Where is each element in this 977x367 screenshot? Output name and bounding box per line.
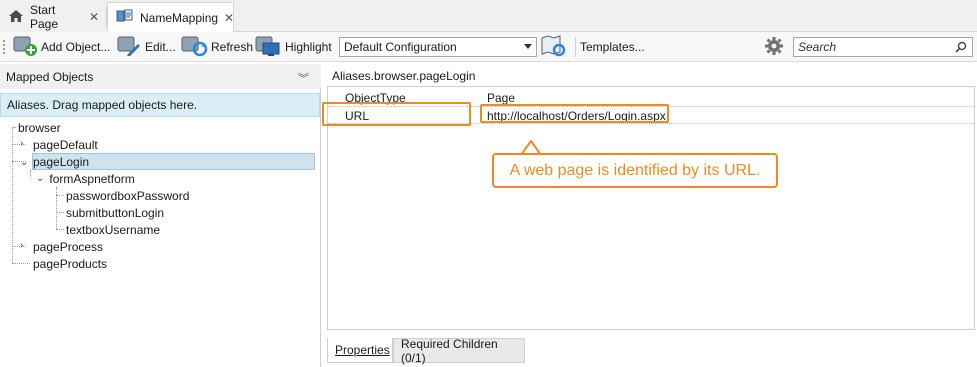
alias-path: Aliases.browser.pageLogin bbox=[332, 69, 476, 83]
tree-node-label: textboxUsername bbox=[66, 222, 161, 237]
refresh-button[interactable]: Refresh bbox=[180, 35, 253, 59]
tree-node-label: pageProcess bbox=[33, 239, 104, 254]
configuration-value: Default Configuration bbox=[344, 40, 457, 54]
tree-node-username[interactable]: textboxUsername bbox=[66, 221, 160, 238]
toolbar-divider bbox=[575, 37, 576, 57]
tab-start-page[interactable]: Start Page ✕ bbox=[0, 2, 107, 32]
drop-hint-text: Aliases. Drag mapped objects here. bbox=[7, 98, 198, 112]
add-object-icon bbox=[12, 35, 38, 60]
tree-connector bbox=[12, 127, 13, 263]
tree-connector bbox=[30, 170, 31, 178]
chevron-down-icon[interactable]: ⌄ bbox=[20, 154, 28, 171]
callout-text: A web page is identified by its URL. bbox=[509, 161, 761, 179]
refresh-icon bbox=[180, 35, 208, 60]
tree-node-form[interactable]: ⌄ formAspnetform bbox=[36, 170, 135, 187]
tree-node-password[interactable]: passwordboxPassword bbox=[66, 187, 189, 204]
highlight-frame-value bbox=[480, 104, 669, 123]
tab-label: Start Page bbox=[30, 3, 59, 31]
tree-node-page-login[interactable]: pageLogin bbox=[32, 153, 315, 170]
close-icon[interactable]: ✕ bbox=[224, 11, 234, 25]
toolbar-grip[interactable] bbox=[3, 40, 6, 54]
tree-node-label: browser bbox=[18, 120, 61, 135]
tree-connector bbox=[56, 229, 64, 230]
tab-namemapping[interactable]: NameMapping ✕ bbox=[107, 2, 234, 33]
document-tab-strip: Start Page ✕ NameMapping ✕ bbox=[0, 0, 977, 33]
templates-button[interactable]: Templates... bbox=[580, 35, 645, 59]
configuration-select[interactable]: Default Configuration bbox=[339, 37, 537, 57]
tree-node-label: pageDefault bbox=[33, 137, 98, 152]
collapse-icon[interactable]: ︾ bbox=[298, 70, 309, 86]
tree-connector bbox=[56, 187, 57, 229]
tree-node-page-process[interactable]: › pageProcess bbox=[20, 238, 103, 255]
tab-properties[interactable]: Properties bbox=[327, 338, 393, 363]
edit-label: Edit... bbox=[145, 40, 176, 54]
tree-node-page-default[interactable]: › pageDefault bbox=[20, 136, 98, 153]
add-object-ellipsis: ... bbox=[100, 40, 111, 54]
tree-node-label: pageLogin bbox=[33, 154, 90, 169]
tab-required-children[interactable]: Required Children (0/1) bbox=[393, 336, 525, 365]
chevron-down-icon[interactable]: ⌄ bbox=[36, 173, 44, 184]
highlight-icon bbox=[254, 35, 282, 60]
tree-node-label: submitbuttonLogin bbox=[66, 205, 165, 220]
chevron-right-icon[interactable]: › bbox=[20, 138, 23, 149]
tree-connector bbox=[56, 212, 64, 213]
gear-icon bbox=[764, 36, 784, 59]
search-input[interactable]: Search bbox=[793, 37, 973, 57]
tab-label: Required Children (0/1) bbox=[401, 336, 498, 365]
chevron-right-icon[interactable]: › bbox=[20, 240, 23, 251]
search-icon[interactable] bbox=[955, 41, 967, 56]
chevron-down-icon[interactable] bbox=[524, 44, 532, 49]
add-object-label: Add Object bbox=[41, 40, 101, 54]
tree-connector bbox=[56, 195, 64, 196]
highlight-label: Highlight bbox=[285, 40, 332, 54]
tree-node-label: passwordboxPassword bbox=[66, 188, 190, 203]
tree-node-label: formAspnetform bbox=[49, 171, 135, 186]
aliases-drop-area[interactable]: Aliases. Drag mapped objects here. bbox=[0, 93, 320, 117]
home-icon bbox=[8, 8, 24, 27]
tree-node-page-products[interactable]: pageProducts bbox=[33, 255, 107, 272]
property-value: Page bbox=[487, 91, 516, 105]
refresh-label: Refresh bbox=[211, 40, 254, 54]
tree-node-label: pageProducts bbox=[33, 256, 108, 271]
edit-button[interactable]: Edit... bbox=[116, 35, 176, 59]
add-object-button[interactable]: Add Object... bbox=[12, 35, 110, 59]
tree-connector bbox=[12, 127, 16, 128]
templates-label: Templates... bbox=[580, 40, 645, 54]
map-refresh-icon bbox=[540, 34, 568, 61]
tree-connector bbox=[12, 263, 30, 264]
callout-bubble: A web page is identified by its URL. bbox=[492, 153, 778, 188]
settings-button[interactable] bbox=[764, 35, 784, 59]
highlight-button[interactable]: Highlight bbox=[254, 35, 332, 59]
search-placeholder: Search bbox=[798, 40, 837, 54]
mapped-objects-header: Mapped Objects ︾ bbox=[0, 64, 321, 89]
tab-label: Properties bbox=[335, 343, 390, 357]
highlight-frame-key bbox=[322, 102, 471, 126]
close-icon[interactable]: ✕ bbox=[89, 10, 99, 24]
tree-node-submit[interactable]: submitbuttonLogin bbox=[66, 204, 164, 221]
mapped-objects-panel: Mapped Objects ︾ Aliases. Drag mapped ob… bbox=[0, 64, 321, 367]
namemapping-icon bbox=[116, 8, 134, 27]
edit-icon bbox=[116, 35, 142, 60]
properties-tabs: Properties Required Children (0/1) bbox=[327, 336, 975, 367]
tab-label: NameMapping bbox=[140, 10, 219, 25]
panel-title: Mapped Objects bbox=[6, 69, 94, 84]
map-configuration-button[interactable] bbox=[540, 34, 568, 61]
tree-node-browser[interactable]: browser bbox=[18, 119, 61, 136]
